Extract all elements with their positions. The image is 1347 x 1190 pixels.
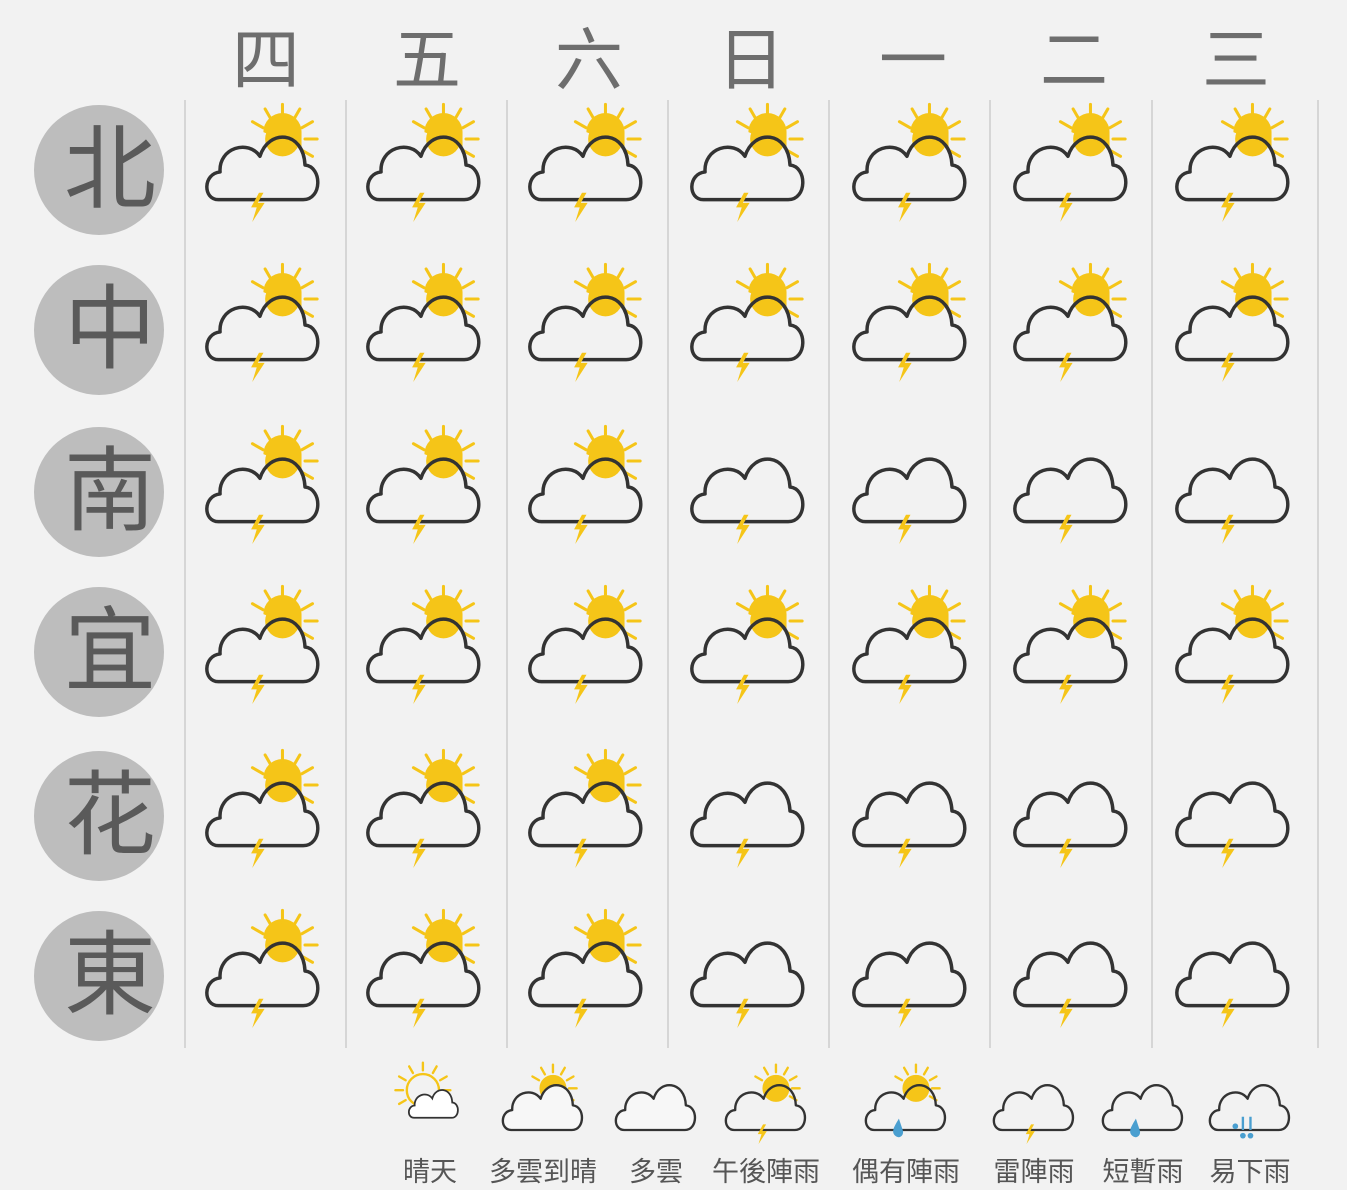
- afternoon-rain-icon: [362, 572, 492, 722]
- region-label: 花: [63, 762, 156, 869]
- afternoon-rain-icon: [696, 1058, 836, 1148]
- afternoon-rain-icon: [524, 896, 654, 1046]
- thunderstorm-icon: [686, 412, 816, 562]
- region-badge: 宜: [34, 587, 164, 717]
- afternoon-rain-icon: [848, 250, 978, 400]
- afternoon-rain-icon: [524, 250, 654, 400]
- afternoon-rain-icon: [848, 90, 978, 240]
- afternoon-rain-icon: [362, 90, 492, 240]
- afternoon-rain-icon: [201, 736, 331, 886]
- afternoon-rain-icon: [524, 412, 654, 562]
- afternoon-rain-icon: [1009, 572, 1139, 722]
- column-divider: [989, 100, 991, 1048]
- column-divider: [184, 100, 186, 1048]
- thunderstorm-icon: [848, 896, 978, 1046]
- afternoon-rain-icon: [201, 412, 331, 562]
- afternoon-rain-icon: [1171, 250, 1301, 400]
- thunderstorm-icon: [1171, 736, 1301, 886]
- column-divider: [828, 100, 830, 1048]
- afternoon-rain-icon: [201, 90, 331, 240]
- thunderstorm-icon: [848, 412, 978, 562]
- afternoon-rain-icon: [201, 896, 331, 1046]
- thunderstorm-icon: [848, 736, 978, 886]
- thunderstorm-icon: [1009, 412, 1139, 562]
- legend-item: 午後陣雨: [696, 1058, 836, 1189]
- legend-item: 易下雨: [1180, 1058, 1320, 1189]
- afternoon-rain-icon: [1171, 572, 1301, 722]
- afternoon-rain-icon: [201, 572, 331, 722]
- afternoon-rain-icon: [362, 412, 492, 562]
- thunderstorm-icon: [686, 736, 816, 886]
- afternoon-rain-icon: [1009, 250, 1139, 400]
- region-label: 東: [63, 922, 156, 1029]
- afternoon-rain-icon: [686, 250, 816, 400]
- afternoon-rain-icon: [1009, 90, 1139, 240]
- afternoon-rain-icon: [362, 896, 492, 1046]
- afternoon-rain-icon: [848, 572, 978, 722]
- afternoon-rain-icon: [524, 736, 654, 886]
- afternoon-rain-icon: [524, 572, 654, 722]
- forecast-grid: 四五六日一二三北中南宜花東晴天 多雲到晴 多雲 午後陣雨 偶有陣雨 雷陣雨 短暫雨 易下雨: [0, 0, 1347, 1190]
- region-badge: 南: [34, 427, 164, 557]
- region-badge: 北: [34, 105, 164, 235]
- thunderstorm-icon: [1009, 736, 1139, 886]
- region-label: 中: [63, 276, 156, 383]
- region-label: 北: [63, 116, 156, 223]
- column-divider: [345, 100, 347, 1048]
- occasional-showers-icon: [836, 1058, 976, 1148]
- thunderstorm-icon: [1009, 896, 1139, 1046]
- region-badge: 中: [34, 265, 164, 395]
- column-divider: [506, 100, 508, 1048]
- column-divider: [1317, 100, 1319, 1048]
- region-badge: 東: [34, 911, 164, 1041]
- afternoon-rain-icon: [1171, 90, 1301, 240]
- column-divider: [1151, 100, 1153, 1048]
- thunderstorm-icon: [686, 896, 816, 1046]
- afternoon-rain-icon: [362, 736, 492, 886]
- rain-icon: [1180, 1058, 1320, 1148]
- thunderstorm-icon: [1171, 896, 1301, 1046]
- afternoon-rain-icon: [362, 250, 492, 400]
- region-label: 南: [63, 438, 156, 545]
- afternoon-rain-icon: [686, 572, 816, 722]
- afternoon-rain-icon: [524, 90, 654, 240]
- afternoon-rain-icon: [201, 250, 331, 400]
- legend-label: 午後陣雨: [712, 1157, 820, 1188]
- region-label: 宜: [63, 598, 156, 705]
- column-divider: [667, 100, 669, 1048]
- legend-label: 偶有陣雨: [852, 1157, 960, 1188]
- afternoon-rain-icon: [686, 90, 816, 240]
- legend-label: 易下雨: [1209, 1157, 1291, 1188]
- region-badge: 花: [34, 751, 164, 881]
- thunderstorm-icon: [1171, 412, 1301, 562]
- legend-item: 偶有陣雨: [836, 1058, 976, 1189]
